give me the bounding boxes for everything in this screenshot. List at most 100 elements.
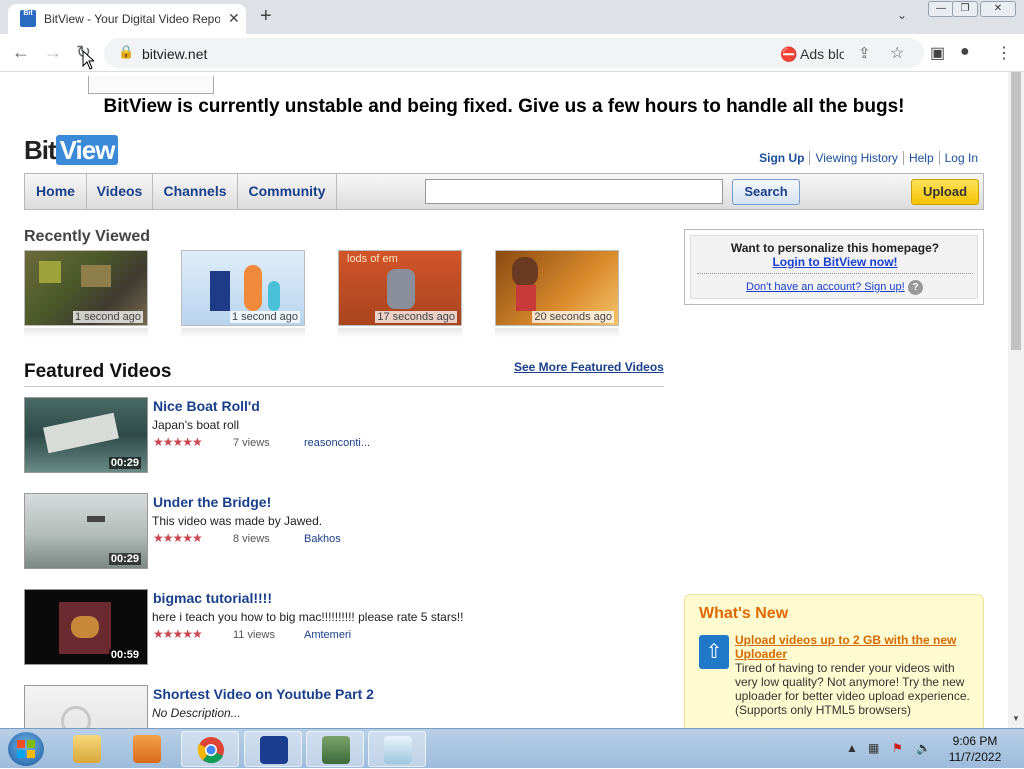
restore-window-button[interactable]: ❐ xyxy=(952,1,978,17)
chrome-taskbar-icon[interactable] xyxy=(181,731,239,767)
back-arrow-icon[interactable]: ← xyxy=(12,42,30,63)
thumbnail-reflection xyxy=(338,328,462,338)
thumb-block-shape xyxy=(39,261,61,283)
login-now-link[interactable]: Login to BitView now! xyxy=(691,255,979,269)
address-url[interactable]: bitview.net xyxy=(142,46,207,62)
sign-up-link[interactable]: Sign Up xyxy=(754,151,809,165)
thumbnail-reflection xyxy=(181,328,305,338)
star-rating-icon: ★★★★★ xyxy=(153,531,203,545)
thumb-figure-shape xyxy=(516,285,536,311)
reload-tooltip xyxy=(88,76,214,94)
recent-video-time: 1 second ago xyxy=(229,311,300,323)
video-thumbnail[interactable]: 00:29 xyxy=(24,493,148,569)
close-tab-icon[interactable]: ✕ xyxy=(228,10,240,27)
help-link[interactable]: Help xyxy=(902,151,939,165)
video-title-link[interactable]: Under the Bridge! xyxy=(153,494,271,510)
video-thumbnail[interactable]: 00:29 xyxy=(24,397,148,473)
close-window-button[interactable]: ✕ xyxy=(980,1,1016,17)
logo-bit: Bit xyxy=(24,135,57,165)
video-title-link[interactable]: bigmac tutorial!!!! xyxy=(153,590,272,606)
notepad-taskbar-icon[interactable] xyxy=(368,731,426,767)
network-icon[interactable]: ▦ xyxy=(868,741,879,755)
minimize-window-button[interactable]: — xyxy=(928,1,954,17)
video-title-link[interactable]: Shortest Video on Youtube Part 2 xyxy=(153,686,374,702)
upload-button[interactable]: Upload xyxy=(911,179,979,205)
bookmark-star-icon[interactable]: ☆ xyxy=(890,43,904,63)
nav-home[interactable]: Home xyxy=(25,174,87,209)
nav-videos[interactable]: Videos xyxy=(87,174,153,209)
video-views: 8 views xyxy=(233,533,270,545)
thumb-block-shape xyxy=(81,265,111,287)
notepad-icon xyxy=(384,736,412,764)
show-hidden-icons-icon[interactable]: ▲ xyxy=(846,741,858,755)
clock-date[interactable]: 11/7/2022 xyxy=(940,750,1010,764)
new-tab-icon[interactable]: + xyxy=(260,5,272,28)
share-icon[interactable]: ⇪ xyxy=(858,44,871,62)
scroll-down-icon[interactable]: ▼ xyxy=(1012,714,1020,723)
volume-icon[interactable]: 🔈 xyxy=(916,741,931,755)
video-thumbnail[interactable] xyxy=(24,685,148,728)
scrollbar-thumb[interactable] xyxy=(1011,72,1021,350)
help-icon[interactable]: ? xyxy=(908,280,923,295)
thumbnail-reflection xyxy=(24,328,148,338)
chrome-icon xyxy=(197,737,224,764)
video-title-link[interactable]: Nice Boat Roll'd xyxy=(153,398,260,414)
forward-arrow-icon[interactable]: → xyxy=(44,42,62,63)
folder-icon xyxy=(73,735,101,763)
profile-avatar-icon[interactable]: ● xyxy=(960,43,970,61)
recently-viewed-heading: Recently Viewed xyxy=(24,228,150,245)
recent-video-thumbnail[interactable]: 20 seconds ago xyxy=(495,250,619,326)
search-button[interactable]: Search xyxy=(732,179,800,205)
recent-video-thumbnail[interactable]: 1 second ago xyxy=(24,250,148,326)
video-user-link[interactable]: Amtemeri xyxy=(304,629,351,641)
start-button[interactable] xyxy=(8,732,44,766)
kebab-menu-icon[interactable]: ⋮ xyxy=(996,43,1012,63)
media-player-icon xyxy=(133,735,161,763)
clock-time[interactable]: 9:06 PM xyxy=(940,734,1010,748)
recent-video-time: 17 seconds ago xyxy=(375,311,457,323)
viewing-history-link[interactable]: Viewing History xyxy=(809,151,903,165)
nav-community[interactable]: Community xyxy=(238,174,337,209)
log-in-link[interactable]: Log In xyxy=(938,151,983,165)
new-uploader-link[interactable]: Upload videos up to 2 GB with the new Up… xyxy=(735,633,971,661)
see-more-featured-link[interactable]: See More Featured Videos xyxy=(514,360,664,374)
recent-video-time: 1 second ago xyxy=(72,311,143,323)
action-center-icon[interactable]: ⚑ xyxy=(892,741,903,755)
signup-link[interactable]: Don't have an account? Sign up! xyxy=(746,281,905,293)
bitview-favicon-icon: Bit xyxy=(20,10,36,27)
search-input[interactable] xyxy=(425,179,723,204)
address-bar[interactable]: 🔒 bitview.net ⛔ Ads blocked ⇪ ☆ xyxy=(104,38,924,68)
file-explorer-taskbar-icon[interactable] xyxy=(58,731,116,767)
recent-video-thumbnail[interactable]: lods of em 17 seconds ago xyxy=(338,250,462,326)
video-user-link[interactable]: Bakhos xyxy=(304,533,341,545)
thumb-burger-shape xyxy=(71,616,99,638)
media-player-taskbar-icon[interactable] xyxy=(118,731,176,767)
task-manager-icon xyxy=(322,736,350,764)
ads-blocked-icon[interactable]: ⛔ xyxy=(780,46,797,63)
powershell-taskbar-icon[interactable] xyxy=(244,731,302,767)
thumb-figure-shape xyxy=(387,269,415,309)
side-panel-icon[interactable]: ▣ xyxy=(930,43,945,63)
page-scrollbar[interactable]: ▲ ▼ xyxy=(1008,72,1024,728)
whats-new-box: What's New ⇧ Upload videos up to 2 GB wi… xyxy=(684,594,984,728)
divider xyxy=(24,386,664,387)
video-thumbnail[interactable]: 00:59 xyxy=(24,589,148,665)
tab-title: BitView - Your Digital Video Repository xyxy=(44,12,220,26)
thumbnail-reflection xyxy=(495,328,619,338)
recent-video-thumbnail[interactable]: 1 second ago xyxy=(181,250,305,326)
task-manager-taskbar-icon[interactable] xyxy=(306,731,364,767)
ads-blocked-label[interactable]: Ads blocked xyxy=(800,46,844,62)
video-views: 7 views xyxy=(233,437,270,449)
video-duration: 00:29 xyxy=(108,553,141,565)
video-duration: 00:59 xyxy=(108,649,141,661)
user-links: Sign Up Viewing History Help Log In xyxy=(754,151,983,165)
browser-tab[interactable]: Bit BitView - Your Digital Video Reposit… xyxy=(8,4,246,34)
favicon-text: Bit xyxy=(23,10,33,17)
video-user-link[interactable]: reasonconti... xyxy=(304,437,370,449)
bitview-logo[interactable]: Bit View xyxy=(24,135,119,167)
windows-logo-icon xyxy=(17,740,35,758)
tab-search-chevron-icon[interactable]: ⌄ xyxy=(897,8,907,22)
nav-channels[interactable]: Channels xyxy=(153,174,238,209)
web-page: BitView is currently unstable and being … xyxy=(0,72,1008,728)
thumb-figure-shape xyxy=(512,257,538,287)
